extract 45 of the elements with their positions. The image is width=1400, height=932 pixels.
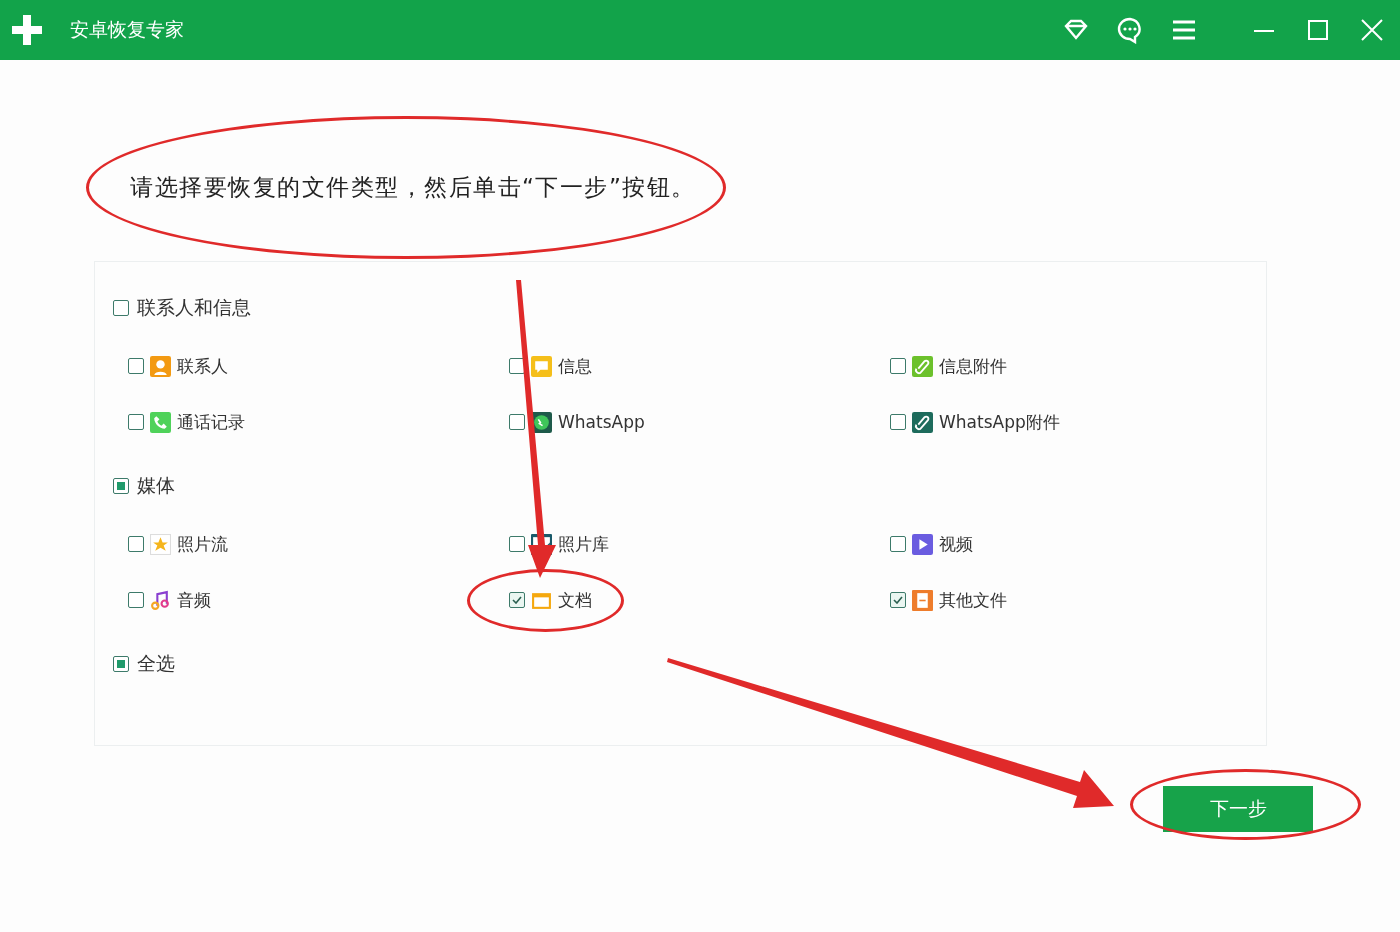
file-type-label: 照片库 bbox=[558, 532, 609, 556]
file-type-label: 其他文件 bbox=[939, 588, 1007, 612]
checkbox[interactable] bbox=[128, 358, 144, 374]
file-type-label: 照片流 bbox=[177, 532, 228, 556]
checkbox[interactable] bbox=[890, 414, 906, 430]
checkmark-icon bbox=[893, 596, 903, 604]
file-type-label: 信息 bbox=[558, 354, 592, 378]
checkbox[interactable] bbox=[509, 358, 525, 374]
group-label: 全选 bbox=[137, 651, 175, 676]
music-note-icon bbox=[150, 589, 171, 611]
play-icon bbox=[912, 533, 933, 555]
group-label: 联系人和信息 bbox=[137, 295, 251, 320]
checkmark-icon bbox=[512, 596, 522, 604]
checkbox[interactable] bbox=[509, 592, 525, 608]
phone-icon bbox=[150, 411, 171, 433]
instruction-text: 请选择要恢复的文件类型，然后单击“下一步”按钮。 bbox=[130, 174, 696, 200]
checkbox[interactable] bbox=[890, 536, 906, 552]
checkbox[interactable] bbox=[113, 656, 129, 672]
checkbox[interactable] bbox=[128, 592, 144, 608]
paperclip-icon bbox=[912, 355, 933, 377]
file-type-label: 信息附件 bbox=[939, 354, 1007, 378]
file-type-label: 视频 bbox=[939, 532, 973, 556]
next-button[interactable]: 下一步 bbox=[1163, 786, 1313, 832]
group-label: 媒体 bbox=[137, 473, 175, 498]
checkbox[interactable] bbox=[509, 414, 525, 430]
window-title: 安卓恢复专家 bbox=[70, 17, 185, 42]
file-type-label: WhatsApp bbox=[558, 412, 645, 432]
person-icon bbox=[150, 355, 171, 377]
checkbox[interactable] bbox=[128, 414, 144, 430]
file-type-label: 音频 bbox=[177, 588, 211, 612]
plus-logo-icon bbox=[10, 13, 44, 47]
message-icon bbox=[531, 355, 552, 377]
file-type-label: WhatsApp附件 bbox=[939, 410, 1060, 434]
checkbox[interactable] bbox=[890, 592, 906, 608]
checkbox[interactable] bbox=[128, 536, 144, 552]
paperclip-icon bbox=[912, 411, 933, 433]
file-type-label: 文档 bbox=[558, 588, 592, 612]
file-type-label: 通话记录 bbox=[177, 410, 245, 434]
checkbox[interactable] bbox=[890, 358, 906, 374]
document-icon bbox=[912, 589, 933, 611]
chat-bubble-icon[interactable] bbox=[1116, 16, 1144, 44]
checkbox[interactable] bbox=[113, 300, 129, 316]
checkbox[interactable] bbox=[113, 478, 129, 494]
checkbox[interactable] bbox=[509, 536, 525, 552]
file-type-label: 联系人 bbox=[177, 354, 228, 378]
